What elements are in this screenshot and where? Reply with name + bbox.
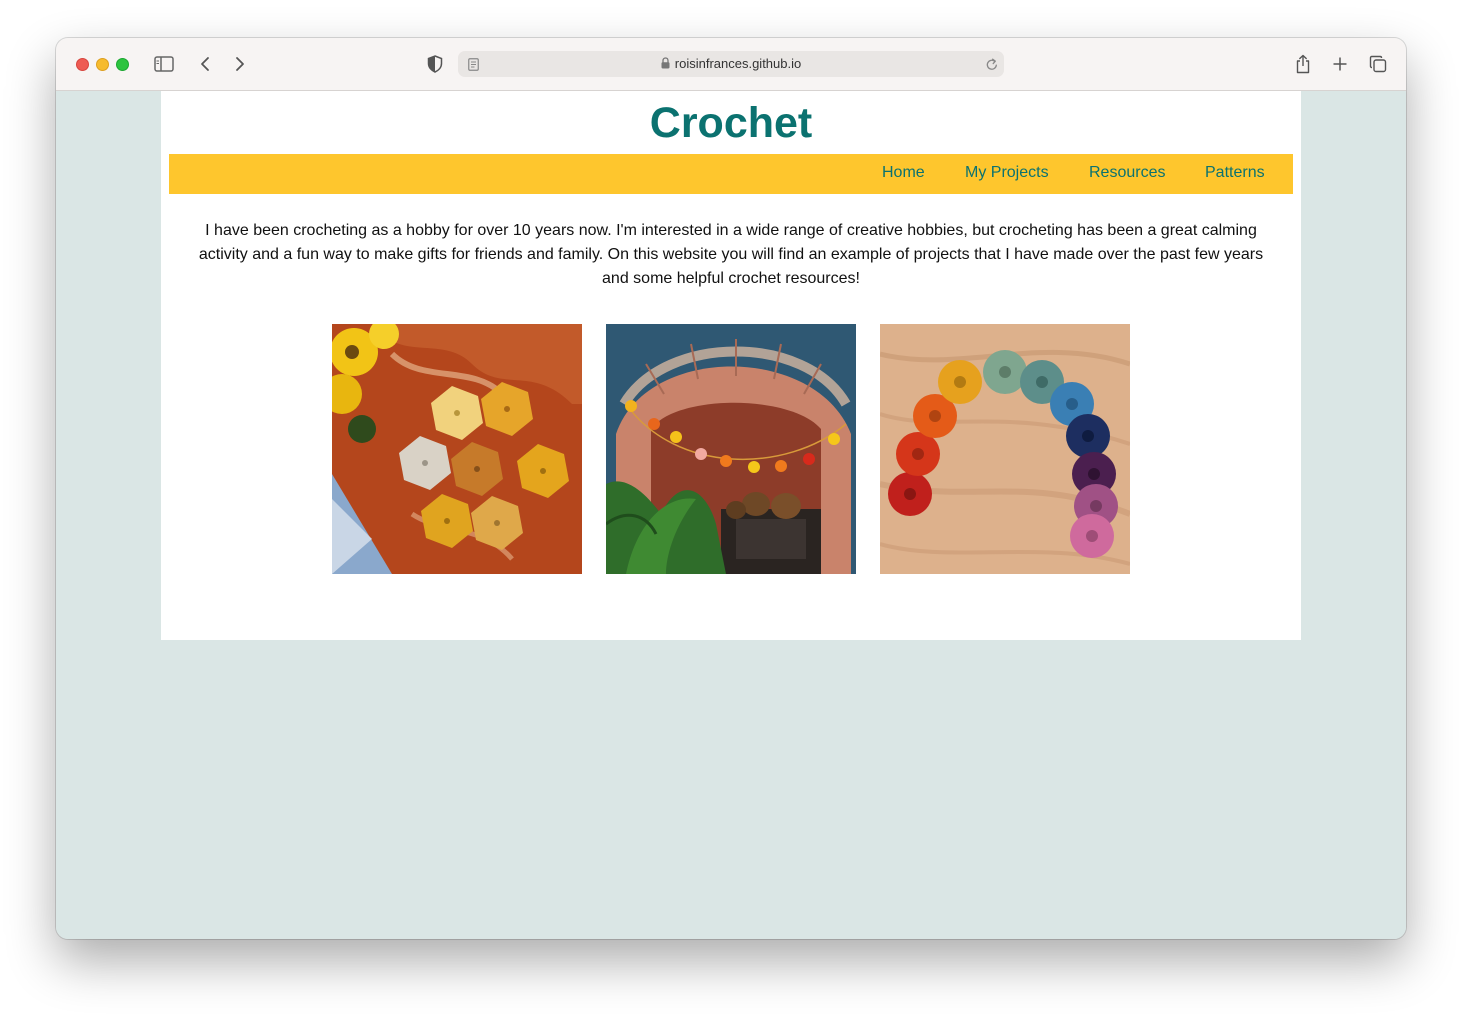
rainbow-flowers-photo (880, 324, 1130, 574)
intro-paragraph: I have been crocheting as a hobby for ov… (198, 222, 1264, 287)
page-container: Crochet Home My Projects Resources Patte… (161, 91, 1301, 640)
crochet-hexagons-photo (332, 324, 582, 574)
new-tab-icon[interactable] (1330, 53, 1350, 75)
nav-link-resources[interactable]: Resources (1089, 164, 1165, 182)
zoom-window-button[interactable] (116, 58, 129, 71)
url-display[interactable]: roisinfrances.github.io (458, 56, 1004, 72)
tabs-overview-icon[interactable] (1367, 53, 1389, 75)
fireplace-garland-photo (606, 324, 856, 574)
browser-window: roisinfrances.github.io Crochet Home My … (56, 38, 1406, 939)
address-bar[interactable]: roisinfrances.github.io (458, 51, 1004, 77)
lock-icon (661, 57, 670, 72)
sidebar-icon[interactable] (153, 53, 175, 75)
shield-icon[interactable] (425, 53, 445, 75)
nav-link-home[interactable]: Home (882, 164, 925, 182)
browser-toolbar: roisinfrances.github.io (56, 38, 1406, 91)
nav-bar: Home My Projects Resources Patterns (169, 154, 1293, 194)
nav-link-patterns[interactable]: Patterns (1205, 164, 1265, 182)
minimize-window-button[interactable] (96, 58, 109, 71)
site-title: Crochet (649, 99, 813, 147)
close-window-button[interactable] (76, 58, 89, 71)
reload-icon[interactable] (985, 56, 999, 72)
forward-icon[interactable] (231, 53, 249, 75)
nav-link-my-projects[interactable]: My Projects (965, 164, 1049, 182)
share-icon[interactable] (1293, 52, 1313, 76)
back-icon[interactable] (196, 53, 214, 75)
web-viewport[interactable]: Crochet Home My Projects Resources Patte… (56, 91, 1406, 939)
url-text: roisinfrances.github.io (674, 56, 802, 71)
